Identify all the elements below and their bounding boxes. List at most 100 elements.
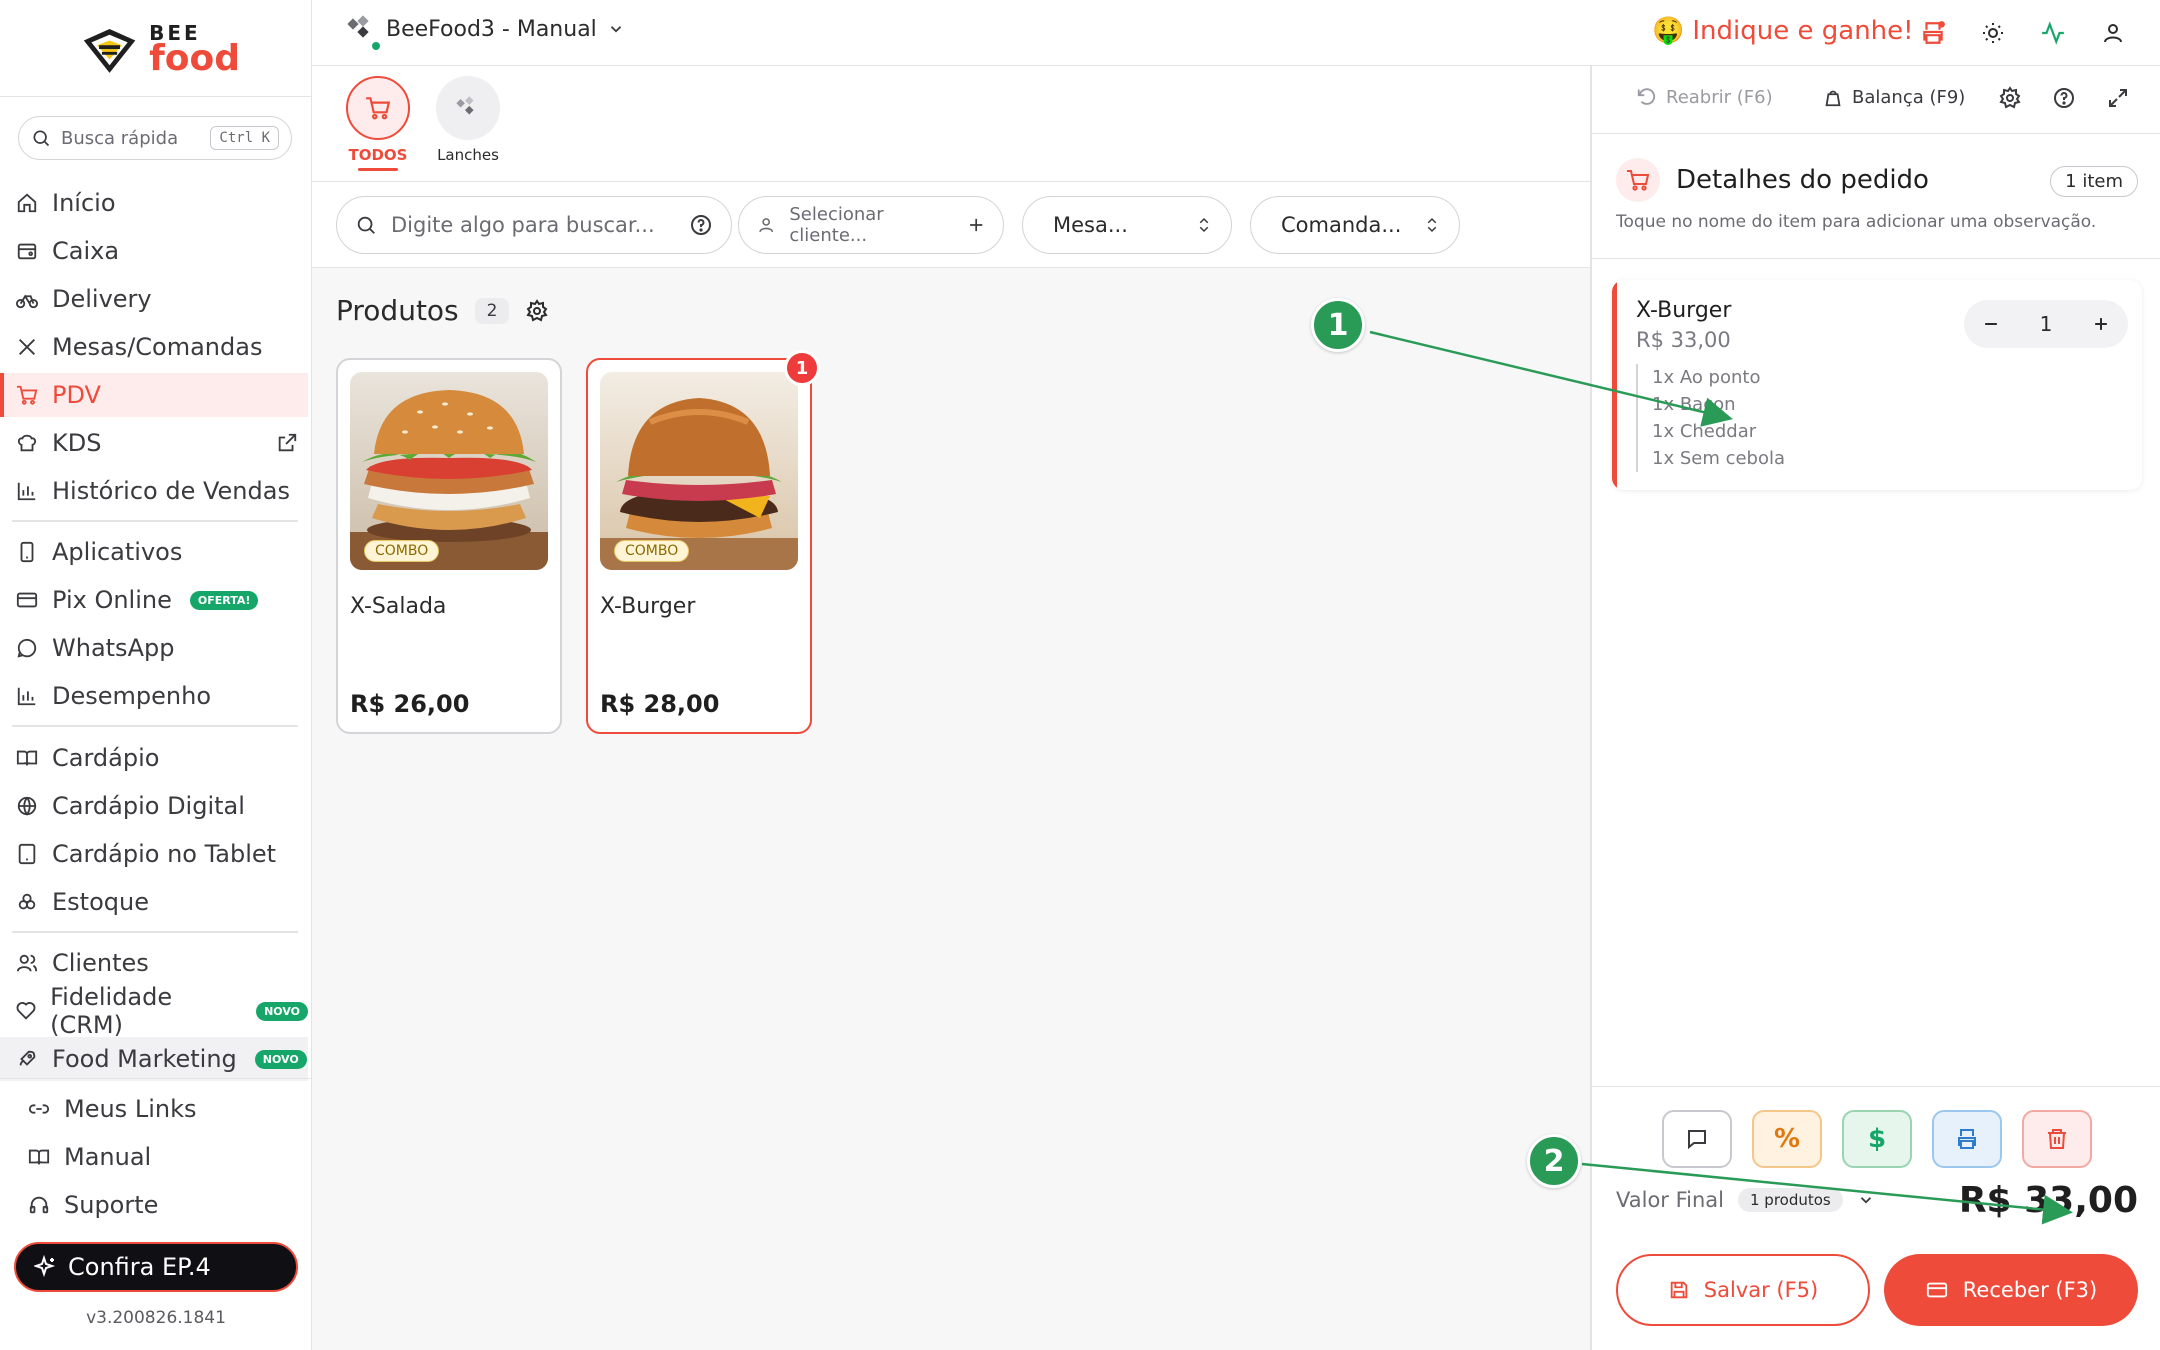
gear-icon[interactable] [525,298,549,323]
headphones-icon [26,1192,52,1218]
reopen-label: Reabrir (F6) [1666,86,1773,108]
comment-button[interactable] [1662,1110,1732,1168]
quick-search[interactable]: Busca rápida Ctrl K [18,116,292,160]
combo-tag: COMBO [364,540,440,562]
external-link-icon[interactable] [276,432,298,454]
product-search-input[interactable]: Digite algo para buscar... [336,196,732,254]
sparkles-icon [34,1255,58,1279]
order-actions: % $ [1662,1110,2092,1168]
sidebar-item-desempenho[interactable]: Desempenho [0,674,308,718]
sidebar-bottom-divider [0,1078,312,1079]
client-selector[interactable]: Selecionar cliente... [738,196,1004,254]
save-button[interactable]: Salvar (F5) [1616,1254,1870,1326]
printer-status-button[interactable] [1918,18,1948,48]
sun-icon [1983,23,2003,43]
sidebar-item-aplicativos[interactable]: Aplicativos [0,530,308,574]
referral-label: Indique e ganhe! [1692,16,1914,46]
annotation-callout-2: 2 [1527,1134,1581,1188]
product-name: X-Burger [600,594,696,619]
sidebar-item-label: Cardápio [52,744,160,772]
sidebar-item-inicio[interactable]: Início [0,181,308,225]
plus-icon[interactable] [967,215,985,235]
sidebar-item-cardapio-tablet[interactable]: Cardápio no Tablet [0,832,308,876]
save-label: Salvar (F5) [1703,1278,1819,1302]
minus-icon [1985,323,1997,325]
help-button[interactable] [2052,86,2076,110]
reopen-button[interactable]: Reabrir (F6) [1636,86,1773,108]
users-icon [14,950,40,976]
sidebar-item-clientes[interactable]: Clientes [0,941,308,985]
sidebar-item-meus-links[interactable]: Meus Links [0,1087,308,1131]
activity-status-button[interactable] [2038,18,2068,48]
sidebar-item-food-marketing[interactable]: Food Marketing NOVO [0,1037,308,1081]
chevrons-up-down-icon [1427,217,1437,233]
topbar: BeeFood3 - Manual 🤑 Indique e ganhe! [312,0,2160,66]
beefood-logo[interactable]: BEE food [80,20,240,80]
discount-button[interactable]: % [1752,1110,1822,1168]
sidebar-item-whatsapp[interactable]: WhatsApp [0,626,308,670]
products-count: 2 [474,297,510,324]
product-price: R$ 26,00 [350,690,470,718]
online-status-dot [370,40,382,52]
sidebar-item-delivery[interactable]: Delivery [0,277,308,321]
category-lanches[interactable]: Lanches [428,76,508,164]
sidebar-item-cardapio[interactable]: Cardápio [0,736,308,780]
sidebar-item-pdv[interactable]: PDV [0,373,308,417]
nav-divider [12,520,298,522]
order-item[interactable]: X-Burger R$ 33,00 1x Ao ponto 1x Bacon 1… [1612,280,2142,490]
sidebar-item-label: PDV [52,381,101,409]
sidebar-item-historico[interactable]: Histórico de Vendas [0,469,308,513]
print-button[interactable] [1932,1110,2002,1168]
delete-order-button[interactable] [2022,1110,2092,1168]
user-icon [759,218,774,233]
product-card-x-burger[interactable]: COMBO X-Burger R$ 28,00 1 [586,350,820,734]
theme-toggle-button[interactable] [1978,18,2008,48]
logo-food-text: food [149,38,240,79]
panel-divider [1592,258,2160,259]
sidebar-item-mesas[interactable]: Mesas/Comandas [0,325,308,369]
store-selector[interactable]: BeeFood3 - Manual [346,14,625,52]
sidebar-item-label: Aplicativos [52,538,183,566]
sidebar-item-caixa[interactable]: Caixa [0,229,308,273]
money-face-emoji: 🤑 [1652,16,1685,46]
sidebar-item-manual[interactable]: Manual [0,1135,308,1179]
sidebar-item-pix[interactable]: Pix Online OFERTA! [0,578,308,622]
help-circle-icon[interactable] [689,213,713,237]
sidebar-item-kds[interactable]: KDS [0,421,308,465]
chevron-down-icon[interactable] [1857,1191,1875,1209]
order-toolbar: Reabrir (F6) Balança (F9) [1592,66,2160,134]
scale-button[interactable]: Balança (F9) [1822,86,1965,108]
referral-link[interactable]: 🤑 Indique e ganhe! [1652,16,1914,46]
sidebar-item-fidelidade[interactable]: Fidelidade (CRM) NOVO [0,983,308,1039]
product-card-x-salada[interactable]: COMBO X-Salada R$ 26,00 [336,358,562,734]
search-icon [33,130,50,147]
total-label: Valor Final [1616,1188,1724,1212]
link-icon [26,1096,52,1122]
order-item-count: 1 item [2050,166,2138,197]
category-todos[interactable]: TODOS [338,76,418,171]
order-settings-button[interactable] [1998,86,2022,110]
promo-button[interactable]: Confira EP.4 [14,1242,298,1292]
decrement-button[interactable] [1976,309,2006,339]
total-products-badge: 1 produtos [1738,1188,1843,1212]
increment-button[interactable] [2086,309,2116,339]
comanda-select[interactable]: Comanda... [1250,196,1460,254]
bar-chart-icon [14,478,40,504]
comanda-label: Comanda... [1281,213,1402,237]
expand-button[interactable] [2106,86,2130,110]
order-item-name[interactable]: X-Burger [1636,298,1731,323]
receive-button[interactable]: Receber (F3) [1884,1254,2138,1326]
sidebar-item-cardapio-digital[interactable]: Cardápio Digital [0,784,308,828]
mesa-select[interactable]: Mesa... [1022,196,1232,254]
surcharge-button[interactable]: $ [1842,1110,1912,1168]
utensils-icon [14,334,40,360]
quantity-stepper: 1 [1964,300,2128,348]
sidebar-item-label: WhatsApp [52,634,175,662]
percent-icon: % [1773,1124,1801,1154]
receive-label: Receber (F3) [1962,1278,2098,1302]
sidebar-item-estoque[interactable]: Estoque [0,880,308,924]
sidebar-item-suporte[interactable]: Suporte [0,1183,308,1227]
credit-card-icon [1926,1282,1947,1298]
activity-icon [2042,21,2064,45]
user-menu-button[interactable] [2098,18,2128,48]
